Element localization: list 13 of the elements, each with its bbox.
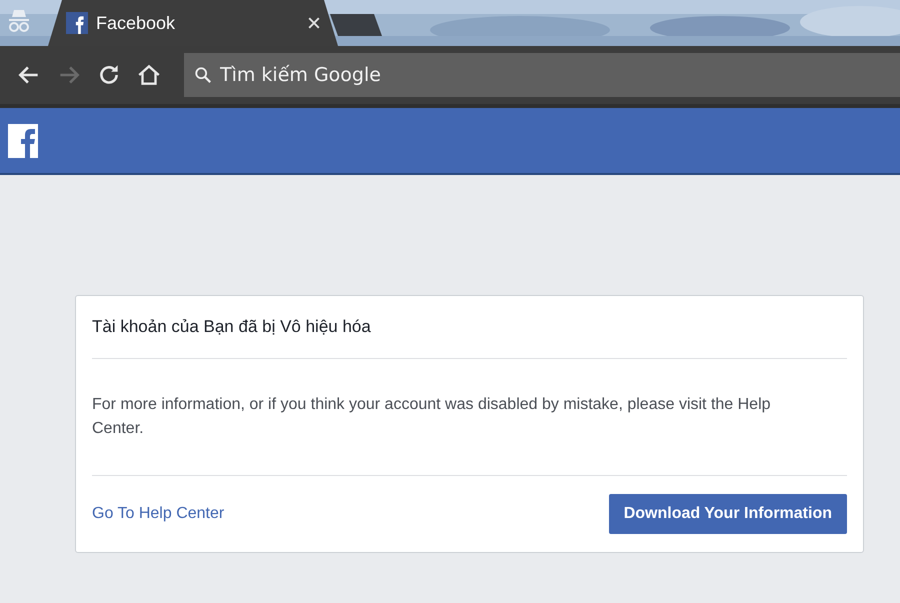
help-center-link[interactable]: Go To Help Center [92,505,224,523]
dialog-message: For more information, or if you think your account was disabled by mistake, please visit the Help Center. [92,395,772,439]
incognito-icon [8,8,30,34]
favicon-icon [66,12,88,34]
tab-title: Facebook [96,12,176,34]
address-field[interactable]: Tìm kiếm Google [184,53,900,97]
dialog-title: Tài khoản của Bạn đã bị Vô hiệu hóa [92,316,372,338]
search-icon [194,66,212,84]
logo-icon[interactable] [8,124,38,158]
browser-tab[interactable]: Facebook [48,0,338,46]
close-icon[interactable] [308,17,320,29]
home-icon[interactable] [136,62,162,88]
download-button[interactable]: Download Your Information [608,494,847,534]
